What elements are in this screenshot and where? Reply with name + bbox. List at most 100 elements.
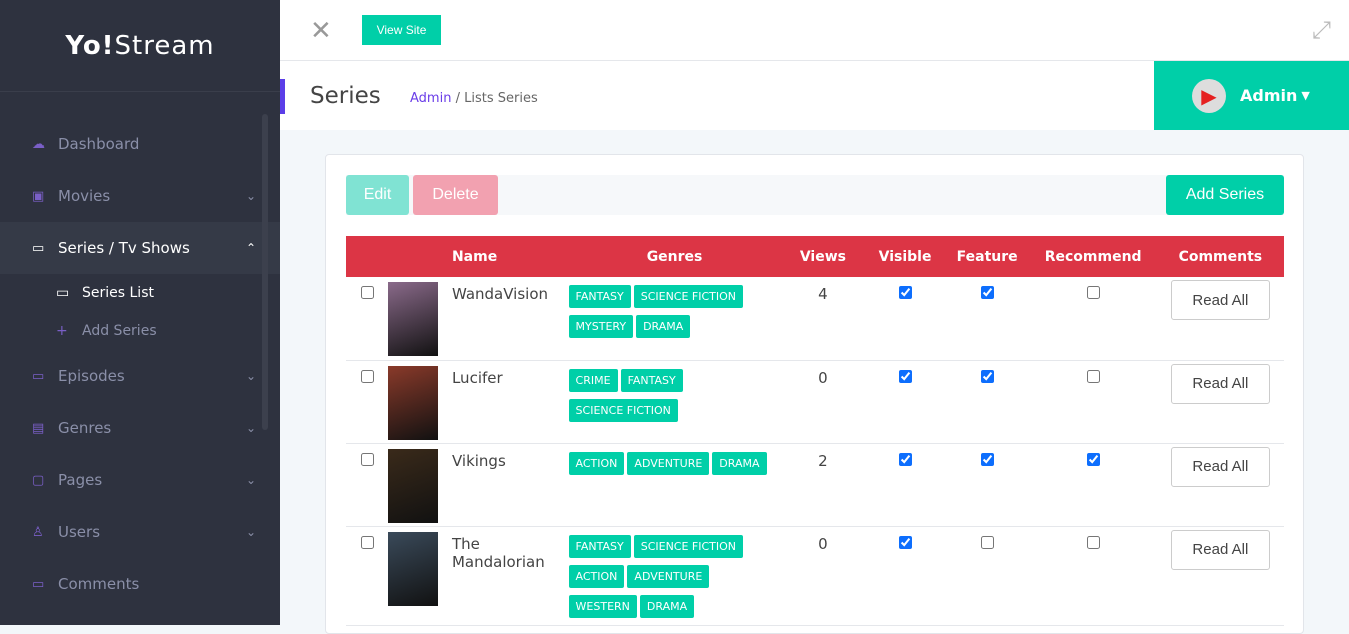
sidebar-item-movies[interactable]: ▣ Movies ⌄ <box>0 170 280 222</box>
breadcrumb-separator: / <box>455 91 460 106</box>
sidebar-item-label: Movies <box>58 187 111 205</box>
breadcrumb-current: Lists Series <box>464 91 538 106</box>
genre-tag: DRAMA <box>636 315 691 338</box>
plus-icon: + <box>56 323 68 339</box>
column-header: Views <box>780 236 866 277</box>
page-title: Series <box>310 83 381 109</box>
row-select-checkbox[interactable] <box>360 286 374 299</box>
sidebar-item-label: Series / Tv Shows <box>58 239 190 257</box>
row-select-checkbox[interactable] <box>360 452 374 466</box>
visible-checkbox[interactable] <box>898 286 912 299</box>
column-header: Feature <box>944 236 1030 277</box>
close-icon[interactable]: ✕ <box>310 16 332 46</box>
genre-tag: ACTION <box>568 451 625 475</box>
chevron-icon: ⌄ <box>245 473 256 487</box>
table-row: WandaVision FANTASY SCIENCE FICTION MYSTER… <box>346 277 1284 361</box>
genre-tag: FANTASY <box>568 534 631 558</box>
sidebar-scrollbar[interactable] <box>262 114 268 430</box>
feature-checkbox[interactable] <box>980 369 994 383</box>
genre-tag: ADVENTURE <box>627 451 710 475</box>
movie-icon: ▣ <box>32 188 45 204</box>
dashboard-icon: ☁ <box>32 136 45 152</box>
sidebar-item-pages[interactable]: ▢ Pages ⌄ <box>0 454 280 506</box>
row-select-checkbox[interactable] <box>360 369 374 383</box>
recommend-checkbox[interactable] <box>1086 452 1100 466</box>
column-header: Visible <box>865 236 945 277</box>
breadcrumb-admin[interactable]: Admin <box>410 91 451 106</box>
logo-rest: Stream <box>114 30 215 61</box>
fullscreen-icon[interactable]: ⤢ <box>1312 16 1331 44</box>
series-name[interactable]: WandaVision <box>451 277 569 361</box>
genre-tag: SCIENCE FICTION <box>633 285 744 308</box>
sidebar-item-label: Comments <box>58 575 140 593</box>
sidebar-nav: ☁ Dashboard ▣ Movies ⌄ ▭ Series / Tv Shows ⌃ ▭ Se… <box>0 92 280 610</box>
sidebar-item-dashboard[interactable]: ☁ Dashboard <box>0 118 280 170</box>
read-all-comments-button[interactable]: Read All <box>1170 446 1270 487</box>
visible-checkbox[interactable] <box>898 369 912 383</box>
genre-tag: SCIENCE FICTION <box>568 398 678 422</box>
read-all-comments-button[interactable]: Read All <box>1170 529 1270 570</box>
series-name[interactable]: Lucifer <box>451 360 569 444</box>
column-header: Comments <box>1156 236 1284 277</box>
series-poster <box>388 365 439 440</box>
sidebar-item-label: Genres <box>58 419 112 437</box>
read-all-comments-button[interactable]: Read All <box>1170 363 1270 404</box>
sidebar: Yo! Stream ☁ Dashboard ▣ Movies ⌄ ▭ Series / Tv… <box>0 0 280 625</box>
table-row: Lucifer CRIME FANTASY SCIENCE FICTION 0 Re… <box>346 360 1284 444</box>
read-all-comments-button[interactable]: Read All <box>1170 280 1270 320</box>
view-site-button[interactable]: View Site <box>362 15 441 45</box>
tv-icon: ▭ <box>32 368 45 384</box>
genre-tag: ADVENTURE <box>627 564 710 588</box>
series-table: Name Genres Views Visible Feature Recommend Co… <box>346 236 1284 626</box>
header-accent <box>280 79 285 114</box>
genre-tag: SCIENCE FICTION <box>633 534 744 558</box>
sidebar-item-episodes[interactable]: ▭ Episodes ⌄ <box>0 350 280 402</box>
chevron-icon: ⌄ <box>245 189 256 203</box>
user-menu[interactable]: ▶ Admin ▼ <box>1154 61 1349 130</box>
recommend-checkbox[interactable] <box>1086 369 1100 383</box>
tv-icon: ▭ <box>56 285 70 301</box>
views-count: 4 <box>780 277 866 361</box>
row-select-checkbox[interactable] <box>360 535 374 549</box>
table-row: The Mandalorian FANTASY SCIENCE FICTION AC… <box>346 526 1284 626</box>
recommend-checkbox[interactable] <box>1086 535 1100 549</box>
feature-checkbox[interactable] <box>980 452 994 466</box>
recommend-checkbox[interactable] <box>1086 286 1100 299</box>
sidebar-item-series-tv-shows[interactable]: ▭ Series / Tv Shows ⌃ <box>0 222 280 274</box>
sidebar-subitem-series-list[interactable]: ▭ Series List <box>0 274 280 312</box>
tv-icon: ▭ <box>32 240 45 256</box>
topbar: ✕ View Site ⤢ <box>280 0 1349 61</box>
genre-tag: DRAMA <box>639 594 695 618</box>
sidebar-subitem-label: Add Series <box>82 323 157 339</box>
logo[interactable]: Yo! Stream <box>0 0 280 92</box>
feature-checkbox[interactable] <box>980 535 994 549</box>
column-header: Genres <box>568 236 781 277</box>
chevron-down-icon: ▼ <box>1301 89 1310 102</box>
add-series-button[interactable]: Add Series <box>1166 175 1284 215</box>
user-icon: ♙ <box>32 524 44 540</box>
series-name[interactable]: The Mandalorian <box>451 526 569 626</box>
toolbar: Edit Delete Add Series <box>346 175 1284 215</box>
edit-button[interactable]: Edit <box>346 175 409 215</box>
visible-checkbox[interactable] <box>898 535 912 549</box>
feature-checkbox[interactable] <box>980 286 994 299</box>
column-header: Name <box>451 236 569 277</box>
sidebar-subitem-label: Series List <box>82 285 154 301</box>
select-col <box>346 236 389 277</box>
sidebar-subitem-add-series[interactable]: + Add Series <box>0 312 280 350</box>
table-row: Vikings ACTION ADVENTURE DRAMA 2 Read All <box>346 443 1284 527</box>
column-header: Recommend <box>1029 236 1157 277</box>
sidebar-item-comments[interactable]: ▭ Comments <box>0 558 280 610</box>
sidebar-item-label: Episodes <box>58 367 125 385</box>
series-poster <box>388 531 439 606</box>
user-name: Admin <box>1240 86 1298 105</box>
views-count: 2 <box>780 443 866 527</box>
sidebar-item-users[interactable]: ♙ Users ⌄ <box>0 506 280 558</box>
genre-tag: FANTASY <box>568 285 631 308</box>
genre-tag: FANTASY <box>620 368 683 392</box>
series-name[interactable]: Vikings <box>451 443 569 527</box>
visible-checkbox[interactable] <box>898 452 912 466</box>
series-poster <box>388 448 439 523</box>
sidebar-item-genres[interactable]: ▤ Genres ⌄ <box>0 402 280 454</box>
delete-button[interactable]: Delete <box>413 175 498 215</box>
